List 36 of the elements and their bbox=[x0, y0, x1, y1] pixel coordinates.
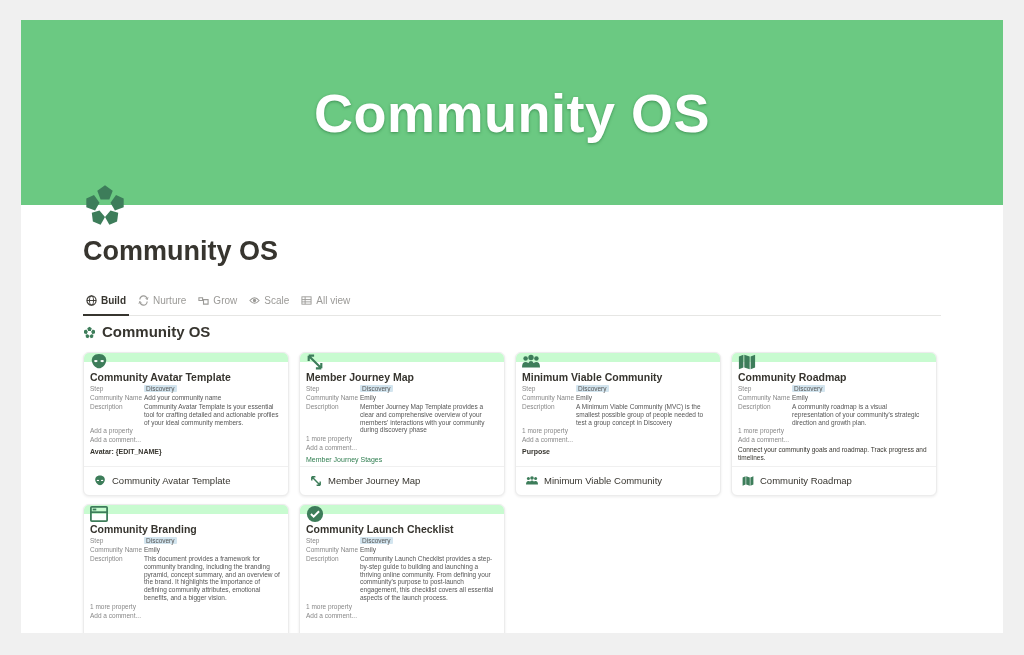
arrows-icon bbox=[306, 352, 324, 371]
preview-title: Community Avatar Template bbox=[90, 370, 232, 384]
preview-title: Community Branding bbox=[90, 522, 198, 536]
tab[interactable]: Grow bbox=[195, 289, 241, 317]
preview-title: Community Launch Checklist bbox=[306, 522, 455, 536]
template-card[interactable] bbox=[83, 351, 289, 496]
tab[interactable]: Build bbox=[83, 289, 129, 317]
alien-icon bbox=[90, 352, 108, 371]
card-title: Minimum Viable Community bbox=[544, 473, 663, 488]
arrows-icon bbox=[310, 474, 322, 487]
card-title: Community Roadmap bbox=[760, 473, 852, 488]
alien-icon bbox=[94, 474, 106, 487]
map-icon bbox=[742, 474, 754, 487]
check-circle-icon bbox=[306, 504, 324, 523]
table-icon bbox=[301, 295, 313, 307]
preview-title: Member Journey Map bbox=[306, 370, 415, 384]
section-title: Community OS bbox=[102, 322, 211, 343]
eye-icon bbox=[249, 295, 261, 307]
template-card[interactable] bbox=[299, 351, 505, 496]
preview-title: Minimum Viable Community bbox=[522, 370, 664, 384]
flower-icon bbox=[83, 183, 127, 227]
card-title: Community Avatar Template bbox=[112, 473, 231, 488]
tab[interactable]: Nurture bbox=[135, 289, 190, 317]
template-card[interactable] bbox=[731, 351, 937, 496]
browser-icon bbox=[90, 504, 108, 523]
page-title: Community OS bbox=[83, 235, 279, 268]
tab[interactable]: Scale bbox=[246, 289, 293, 317]
cycle-icon bbox=[138, 295, 149, 307]
template-card[interactable] bbox=[515, 351, 721, 496]
people-icon bbox=[526, 474, 538, 487]
flower-icon bbox=[83, 326, 96, 340]
card-title: Member Journey Map bbox=[328, 473, 421, 488]
preview-title: Community Roadmap bbox=[738, 370, 848, 384]
tab[interactable]: All view bbox=[298, 289, 354, 317]
globe-icon bbox=[86, 295, 97, 307]
map-icon bbox=[738, 352, 756, 371]
